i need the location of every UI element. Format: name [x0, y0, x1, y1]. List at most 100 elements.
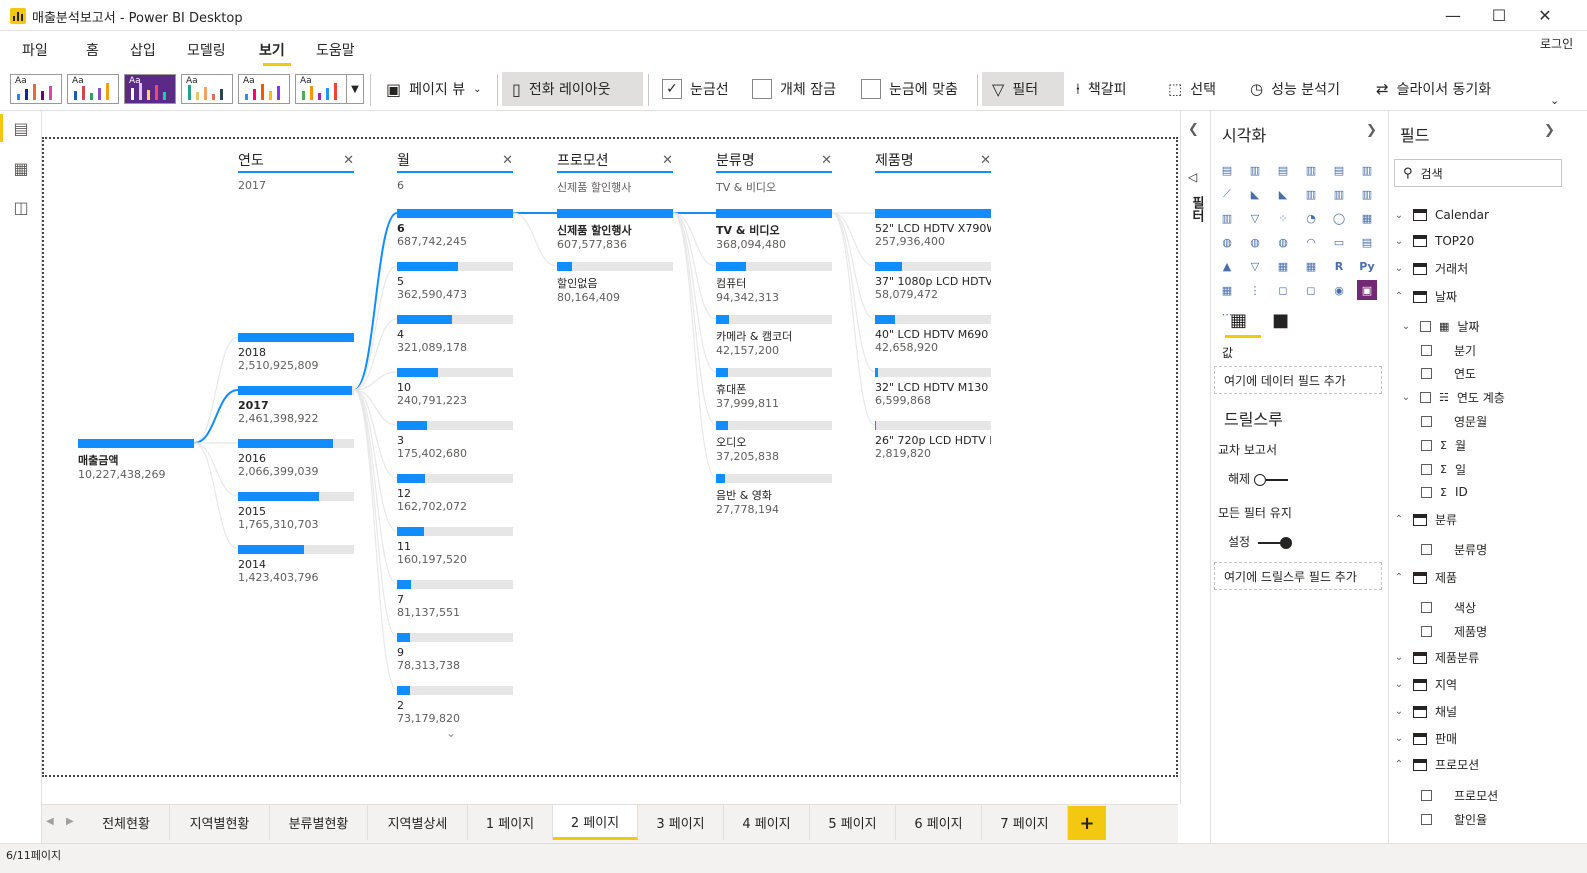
tree-node[interactable]: 52" LCD HDTV X790W 257,936,400: [875, 209, 991, 248]
field-item-table[interactable]: ⌄ 채널: [1393, 703, 1457, 720]
tree-node[interactable]: 11 160,197,520: [397, 527, 513, 566]
tree-node[interactable]: 휴대폰 37,999,811: [716, 368, 832, 410]
page-tab[interactable]: 1 페이지: [468, 805, 553, 840]
slicer-icon[interactable]: ▽: [1245, 256, 1265, 276]
chevron-down-icon[interactable]: ⌄: [1400, 321, 1412, 332]
tree-node[interactable]: 10 240,791,223: [397, 368, 513, 407]
checkbox-icon[interactable]: [1421, 440, 1432, 451]
area-icon[interactable]: ◣: [1245, 184, 1265, 204]
field-item-field[interactable]: 연도: [1421, 365, 1476, 382]
tree-node[interactable]: 음반 & 영화 27,778,194: [716, 474, 832, 516]
remove-level-icon[interactable]: ✕: [502, 153, 513, 168]
field-item-table[interactable]: ⌃ 프로모션: [1393, 756, 1479, 773]
field-item-table[interactable]: ⌄ Calendar: [1393, 208, 1489, 222]
tree-node[interactable]: 9 78,313,738: [397, 633, 513, 672]
level-header[interactable]: 월 6 ✕: [397, 150, 513, 192]
page-tab[interactable]: 전체현황: [83, 805, 170, 840]
checkbox-icon[interactable]: [1421, 790, 1432, 801]
funnel-icon[interactable]: ▽: [1245, 208, 1265, 228]
page-tab[interactable]: 3 페이지: [638, 805, 724, 840]
line-column-icon[interactable]: ▥: [1301, 184, 1321, 204]
field-item-table[interactable]: ⌄ 제품분류: [1393, 649, 1479, 666]
gauge-icon[interactable]: ◠: [1301, 232, 1321, 252]
fields-well-icon[interactable]: ▦: [1230, 310, 1247, 331]
tree-node[interactable]: 2 73,179,820: [397, 686, 513, 725]
tree-node[interactable]: 26" 720p LCD HDTV M...2,819,820: [875, 421, 991, 460]
level-header[interactable]: 연도 2017 ✕: [238, 150, 354, 192]
scatter-icon[interactable]: ⁘: [1273, 208, 1293, 228]
chevron-left-icon[interactable]: ❮: [1188, 122, 1199, 137]
100-bar-icon[interactable]: ▤: [1329, 160, 1349, 180]
tree-node[interactable]: 5 362,590,473: [397, 262, 513, 301]
checkbox-icon[interactable]: [1421, 602, 1432, 613]
tree-node[interactable]: 3 175,402,680: [397, 421, 513, 460]
field-item-field[interactable]: 프로모션: [1421, 787, 1498, 804]
table-icon[interactable]: ▦: [1273, 256, 1293, 276]
tree-node[interactable]: 2016 2,066,399,039: [238, 439, 354, 478]
chevron-up-icon[interactable]: ⌃: [1393, 759, 1405, 770]
chevron-down-icon[interactable]: ⌄: [1393, 733, 1405, 744]
tree-node[interactable]: 4 321,089,178: [397, 315, 513, 354]
clustered-bar-icon[interactable]: ▤: [1273, 160, 1293, 180]
donut-icon[interactable]: ◯: [1329, 208, 1349, 228]
chevron-down-icon[interactable]: ⌄: [1393, 679, 1405, 690]
page-tab[interactable]: 7 페이지: [982, 805, 1068, 840]
add-drillthrough-field-well[interactable]: 여기에 드릴스루 필드 추가: [1214, 562, 1382, 590]
r-script-icon[interactable]: R: [1329, 256, 1349, 276]
field-item-table[interactable]: ⌄ 판매: [1393, 730, 1457, 747]
checkbox-icon[interactable]: [1421, 416, 1432, 427]
chevron-down-icon[interactable]: ⌄: [1400, 392, 1412, 403]
chevron-up-icon[interactable]: ⌃: [1393, 572, 1405, 583]
field-item-field[interactable]: 분기: [1421, 342, 1476, 359]
page-tab[interactable]: 2 페이지: [553, 805, 638, 840]
chevron-down-icon[interactable]: ⌄: [1393, 263, 1405, 274]
cross-report-toggle[interactable]: 해제: [1228, 470, 1289, 487]
field-item-table[interactable]: ⌃ 분류: [1393, 511, 1457, 528]
treemap-icon[interactable]: ▦: [1357, 208, 1377, 228]
field-item-table[interactable]: ⌄ TOP20: [1393, 234, 1474, 248]
keep-filters-toggle[interactable]: 설정: [1228, 533, 1293, 550]
multi-row-card-icon[interactable]: ▤: [1357, 232, 1377, 252]
matrix-icon[interactable]: ▦: [1301, 256, 1321, 276]
tree-node[interactable]: 32" LCD HDTV M130 6,599,868: [875, 368, 991, 407]
tree-node[interactable]: TV & 비디오 368,094,480: [716, 209, 832, 251]
tab-next-icon[interactable]: ▶: [66, 816, 74, 827]
fields-search-box[interactable]: ⚲ 검색: [1394, 159, 1562, 187]
tree-node[interactable]: 12 162,702,072: [397, 474, 513, 513]
field-item-sum[interactable]: Σ일: [1421, 461, 1466, 478]
page-tab[interactable]: 지역별상세: [368, 805, 468, 840]
field-item-hier[interactable]: ⌄ ☵ 연도 계층: [1400, 389, 1505, 406]
tree-node[interactable]: 40" LCD HDTV M690 42,658,920: [875, 315, 991, 354]
tree-node[interactable]: 2015 1,765,310,703: [238, 492, 354, 531]
page-tab[interactable]: 6 페이지: [896, 805, 982, 840]
page-tab[interactable]: 5 페이지: [810, 805, 896, 840]
page-tab[interactable]: 4 페이지: [724, 805, 810, 840]
scroll-down-icon[interactable]: ⌄: [446, 726, 456, 740]
clustered-column-icon[interactable]: ▥: [1301, 160, 1321, 180]
field-item-sum[interactable]: Σ ID: [1421, 485, 1468, 499]
waterfall-icon[interactable]: ▥: [1217, 208, 1237, 228]
checkbox-icon[interactable]: [1421, 626, 1432, 637]
decomposition-tree-icon[interactable]: ⋮: [1245, 280, 1265, 300]
search-input[interactable]: 검색: [1421, 165, 1443, 182]
qa-icon[interactable]: ◻: [1273, 280, 1293, 300]
stacked-area-icon[interactable]: ◣: [1273, 184, 1293, 204]
checkbox-icon[interactable]: [1420, 392, 1431, 403]
key-influencers-icon[interactable]: ▦: [1217, 280, 1237, 300]
checkbox-icon[interactable]: [1421, 345, 1432, 356]
checkbox-icon[interactable]: [1420, 321, 1431, 332]
checkbox-icon[interactable]: [1421, 544, 1432, 555]
shape-map-icon[interactable]: ◍: [1273, 232, 1293, 252]
tree-root-node[interactable]: 매출금액 10,227,438,269: [78, 439, 194, 481]
field-item-table[interactable]: ⌃ 날짜: [1393, 288, 1457, 305]
tree-node[interactable]: 37" 1080p LCD HDTV ...58,079,472: [875, 262, 991, 301]
tab-prev-icon[interactable]: ◀: [46, 816, 54, 827]
remove-level-icon[interactable]: ✕: [343, 153, 354, 168]
chevron-down-icon[interactable]: ⌄: [1393, 652, 1405, 663]
format-paint-roller-icon[interactable]: ■: [1272, 310, 1289, 331]
field-item-table[interactable]: ⌃ 제품: [1393, 569, 1457, 586]
remove-level-icon[interactable]: ✕: [662, 153, 673, 168]
chevron-up-icon[interactable]: ⌃: [1393, 291, 1405, 302]
add-page-button[interactable]: +: [1068, 806, 1106, 840]
filter-pane-label[interactable]: 필터: [1184, 196, 1206, 222]
